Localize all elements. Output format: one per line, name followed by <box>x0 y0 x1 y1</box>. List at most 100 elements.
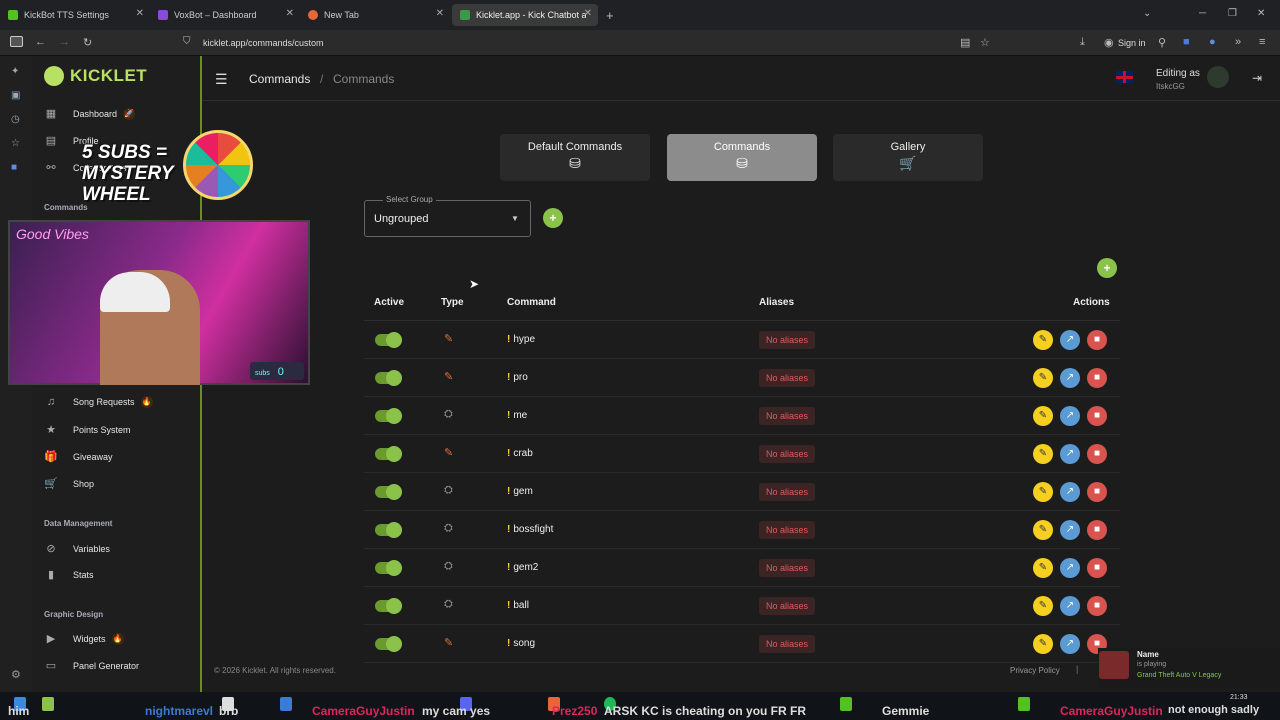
command-name[interactable]: ! ball <box>507 600 529 611</box>
breadcrumb-commands[interactable]: Commands <box>249 72 310 86</box>
sidebar-item-giveaway[interactable]: 🎁 Giveaway <box>44 450 112 463</box>
command-name[interactable]: ! crab <box>507 448 533 459</box>
edit-button[interactable]: ✎ <box>1033 330 1053 350</box>
sidebar-item-dashboard[interactable]: ▦ Dashboard 🚀 <box>44 107 136 120</box>
add-group-button[interactable]: + <box>543 208 563 228</box>
tab-gallery[interactable]: Gallery 🛒 <box>833 134 983 181</box>
edit-button[interactable]: ✎ <box>1033 368 1053 388</box>
browser-tab[interactable]: New Tab ✕ <box>300 4 450 26</box>
edit-button[interactable]: ✎ <box>1033 558 1053 578</box>
avatar[interactable] <box>1207 66 1229 88</box>
site-info-icon[interactable]: ⛉ <box>183 36 191 47</box>
privacy-policy-link[interactable]: Privacy Policy <box>1010 666 1060 675</box>
reload-icon[interactable]: ↻ <box>83 36 92 49</box>
logout-icon[interactable]: ⇥ <box>1252 71 1262 85</box>
browser-tab[interactable]: VoxBot – Dashboard ✕ <box>150 4 300 26</box>
overflow-chevron-icon[interactable]: » <box>1235 36 1241 48</box>
edit-button[interactable]: ✎ <box>1033 406 1053 426</box>
browser-tab-active[interactable]: Kicklet.app - Kick Chatbot and C ✕ <box>452 4 598 26</box>
delete-button[interactable]: ■ <box>1087 520 1107 540</box>
active-toggle[interactable] <box>375 484 402 500</box>
active-toggle[interactable] <box>375 522 402 538</box>
edit-button[interactable]: ✎ <box>1033 444 1053 464</box>
maximize-icon[interactable]: ❐ <box>1228 8 1237 19</box>
collapse-sidebar-icon[interactable]: ☰ <box>215 71 228 88</box>
sidebar-item-widgets[interactable]: ▶ Widgets 🔥 <box>44 632 124 645</box>
close-tab-icon[interactable]: ✕ <box>436 8 444 19</box>
ai-sparkle-icon[interactable]: ✦ <box>11 66 19 77</box>
menu-icon[interactable]: ≡ <box>1259 36 1265 48</box>
close-tab-icon[interactable]: ✕ <box>286 8 294 19</box>
caret-down-icon[interactable]: ▼ <box>511 214 519 223</box>
tab-default-commands[interactable]: Default Commands ⛁ <box>500 134 650 181</box>
active-toggle[interactable] <box>375 636 402 652</box>
minimize-icon[interactable]: ─ <box>1199 8 1206 19</box>
command-name[interactable]: ! bossfight <box>507 524 553 535</box>
copy-button[interactable]: ↗ <box>1060 634 1080 654</box>
active-toggle[interactable] <box>375 408 402 424</box>
kick-icon[interactable] <box>1018 697 1030 711</box>
browser-tab[interactable]: KickBot TTS Settings ✕ <box>0 4 150 26</box>
forward-icon[interactable]: → <box>59 36 70 48</box>
command-name[interactable]: ! song <box>507 638 535 649</box>
active-toggle[interactable] <box>375 560 402 576</box>
tab-commands[interactable]: Commands ⛁ <box>667 134 817 181</box>
sidebar-item-points-system[interactable]: ★ Points System <box>44 423 130 436</box>
extension-circle-icon[interactable]: ● <box>1209 36 1216 48</box>
active-toggle[interactable] <box>375 370 402 386</box>
url-field[interactable]: kicklet.app/commands/custom <box>203 38 324 48</box>
kick-icon[interactable] <box>840 697 852 711</box>
settings-gear-icon[interactable]: ⚙ <box>11 668 21 681</box>
downloads-icon[interactable]: ⤓ <box>1080 36 1085 49</box>
sidebar-item-variables[interactable]: ⊘ Variables <box>44 542 109 555</box>
tab-list-chevron-icon[interactable]: ⌄ <box>1143 8 1151 19</box>
active-toggle[interactable] <box>375 446 402 462</box>
copy-button[interactable]: ↗ <box>1060 482 1080 502</box>
sidebar-item-panel-generator[interactable]: ▭ Panel Generator <box>44 659 139 672</box>
edit-button[interactable]: ✎ <box>1033 596 1053 616</box>
kicklet-logo[interactable]: KICKLET <box>44 66 147 86</box>
sync-tabs-icon[interactable]: ▣ <box>11 90 20 101</box>
close-tab-icon[interactable]: ✕ <box>584 8 592 19</box>
sidebar-item-stats[interactable]: ▮ Stats <box>44 568 94 581</box>
sign-in-button[interactable]: Sign in <box>1118 38 1146 48</box>
active-toggle[interactable] <box>375 598 402 614</box>
extension-icon[interactable]: ■ <box>11 162 17 173</box>
copy-button[interactable]: ↗ <box>1060 368 1080 388</box>
copy-button[interactable]: ↗ <box>1060 444 1080 464</box>
uk-flag-icon[interactable] <box>1116 71 1133 83</box>
command-name[interactable]: ! pro <box>507 372 528 383</box>
new-tab-icon[interactable]: + <box>606 8 614 23</box>
app-icon[interactable] <box>280 697 292 711</box>
extension-shield-icon[interactable]: ■ <box>1183 36 1190 48</box>
sidebar-item-shop[interactable]: 🛒 Shop <box>44 477 94 490</box>
copy-button[interactable]: ↗ <box>1060 558 1080 578</box>
sidebar-toggle-icon[interactable] <box>10 36 23 47</box>
command-name[interactable]: ! me <box>507 410 527 421</box>
delete-button[interactable]: ■ <box>1087 406 1107 426</box>
edit-button[interactable]: ✎ <box>1033 482 1053 502</box>
extensions-icon[interactable]: ⚲ <box>1158 36 1166 49</box>
close-tab-icon[interactable]: ✕ <box>136 8 144 19</box>
delete-button[interactable]: ■ <box>1087 596 1107 616</box>
copy-button[interactable]: ↗ <box>1060 330 1080 350</box>
command-name[interactable]: ! gem2 <box>507 562 538 573</box>
bookmarks-icon[interactable]: ☆ <box>11 138 20 149</box>
delete-button[interactable]: ■ <box>1087 558 1107 578</box>
command-name[interactable]: ! gem <box>507 486 533 497</box>
edit-button[interactable]: ✎ <box>1033 634 1053 654</box>
copy-button[interactable]: ↗ <box>1060 596 1080 616</box>
history-icon[interactable]: ◷ <box>11 114 20 125</box>
edit-button[interactable]: ✎ <box>1033 520 1053 540</box>
window-close-icon[interactable]: ✕ <box>1257 8 1265 19</box>
bookmark-star-icon[interactable]: ☆ <box>980 36 990 49</box>
delete-button[interactable]: ■ <box>1087 444 1107 464</box>
back-icon[interactable]: ← <box>35 36 46 48</box>
command-name[interactable]: ! hype <box>507 334 535 345</box>
delete-button[interactable]: ■ <box>1087 368 1107 388</box>
copy-button[interactable]: ↗ <box>1060 520 1080 540</box>
copy-button[interactable]: ↗ <box>1060 406 1080 426</box>
delete-button[interactable]: ■ <box>1087 482 1107 502</box>
delete-button[interactable]: ■ <box>1087 330 1107 350</box>
app-icon[interactable] <box>42 697 54 711</box>
